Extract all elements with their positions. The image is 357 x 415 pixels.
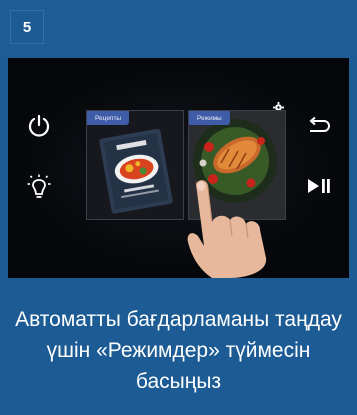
tab-recipes[interactable]: Рецепты xyxy=(87,111,130,125)
pointing-hand-image xyxy=(187,180,267,278)
step-header xyxy=(0,0,357,58)
tab-modes[interactable]: Режимы xyxy=(189,111,230,125)
play-pause-icon[interactable] xyxy=(306,176,332,196)
recipes-screen[interactable]: Рецепты xyxy=(86,110,184,220)
instruction-caption: Автоматты бағдарламаны таңдау үшін «Режи… xyxy=(15,307,342,393)
caption-area: Автоматты бағдарламаны таңдау үшін «Режи… xyxy=(0,285,357,415)
instruction-card: 5 Рецепты Режимы Автоматты бағдарламаны … xyxy=(0,0,357,415)
device-panel: Рецепты Режимы xyxy=(8,58,349,278)
power-icon[interactable] xyxy=(26,113,52,139)
back-arrow-icon[interactable] xyxy=(307,116,331,136)
step-number-badge: 5 xyxy=(10,10,44,44)
recipe-book-image xyxy=(87,111,183,219)
lightbulb-icon[interactable] xyxy=(27,174,51,202)
